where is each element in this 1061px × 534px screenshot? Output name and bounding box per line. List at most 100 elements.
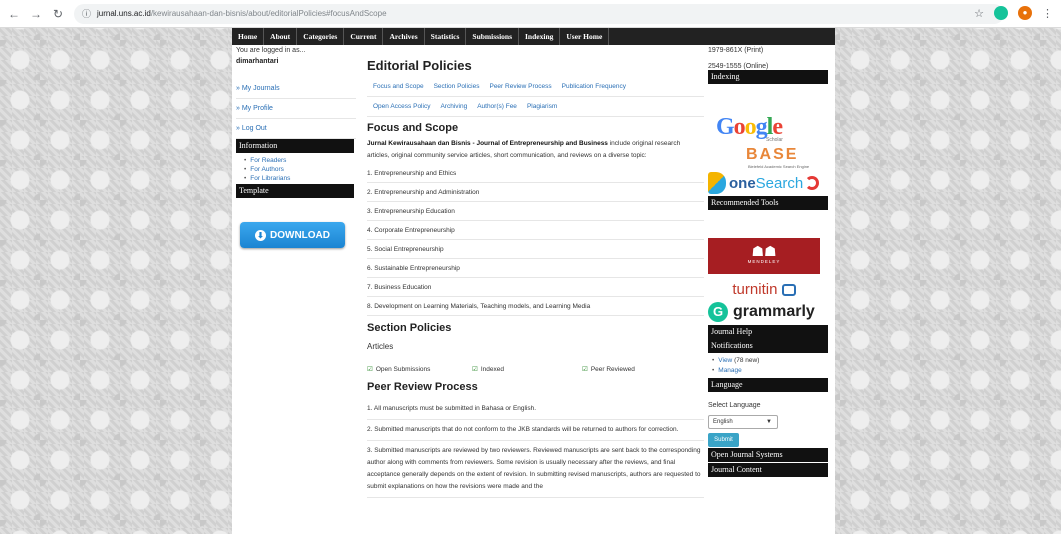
nav-archives[interactable]: Archives bbox=[383, 28, 425, 45]
indonesia-onesearch-logo[interactable]: oneSearch bbox=[708, 172, 832, 194]
list-item: 6. Sustainable Entrepreneurship bbox=[367, 259, 704, 278]
extension-icon[interactable]: ● bbox=[1018, 6, 1032, 20]
check-icon: ☑ bbox=[367, 366, 373, 373]
language-select[interactable]: English ▼ bbox=[708, 415, 778, 429]
language-submit-button[interactable]: Submit bbox=[708, 433, 739, 447]
list-item: 2. Submitted manuscripts that do not con… bbox=[367, 420, 704, 441]
list-item: 7. Business Education bbox=[367, 278, 704, 297]
for-readers-link[interactable]: For Readers bbox=[244, 156, 356, 165]
focus-scope-heading: Focus and Scope bbox=[367, 122, 459, 134]
notifications-manage-item: Manage bbox=[712, 366, 832, 376]
back-icon[interactable]: ← bbox=[6, 6, 22, 22]
my-profile-link[interactable]: » My Profile bbox=[236, 99, 356, 119]
tab-authors-fee[interactable]: Author(s) Fee bbox=[477, 103, 517, 110]
nav-home[interactable]: Home bbox=[232, 28, 265, 45]
main-content: Editorial Policies Focus and Scope Secti… bbox=[367, 45, 704, 498]
issn-online: 2549-1555 (Online) bbox=[708, 63, 769, 70]
articles-label: Articles bbox=[367, 342, 394, 351]
onesearch-icon bbox=[708, 172, 726, 194]
ojs-title: Open Journal Systems bbox=[708, 448, 828, 462]
list-item: 4. Corporate Entrepreneurship bbox=[367, 221, 704, 240]
download-button[interactable]: ⬇ DOWNLOAD bbox=[240, 222, 345, 248]
notifications-list: View (78 new) Manage bbox=[712, 356, 832, 376]
url-host: jurnal.uns.ac.id bbox=[97, 9, 151, 18]
section-policy-flags: ☑ Open Submissions ☑ Indexed ☑ Peer Reviewe… bbox=[367, 365, 704, 373]
site-info-icon[interactable]: ⓘ bbox=[82, 7, 91, 20]
tab-archiving[interactable]: Archiving bbox=[440, 103, 467, 110]
nav-about[interactable]: About bbox=[264, 28, 298, 45]
policy-peer-reviewed: ☑ Peer Reviewed bbox=[582, 366, 635, 373]
issn-print: 1979-861X (Print) bbox=[708, 47, 764, 54]
notification-count: (78 new) bbox=[734, 357, 760, 364]
list-item: 1. Entrepreneurship and Ethics bbox=[367, 164, 704, 183]
journal-content-title: Journal Content bbox=[708, 463, 828, 477]
focus-topic-list: 1. Entrepreneurship and Ethics 2. Entrep… bbox=[367, 164, 704, 316]
base-logo[interactable]: BASE Bielefeld Academic Search Engine bbox=[708, 146, 832, 169]
list-item: 3. Entrepreneurship Education bbox=[367, 202, 704, 221]
onesearch-mark-icon bbox=[805, 176, 820, 190]
journal-help-notifications-title: Journal Help Notifications bbox=[708, 325, 828, 353]
log-out-link[interactable]: » Log Out bbox=[236, 119, 356, 139]
view-notifications-link[interactable]: View bbox=[718, 357, 732, 364]
tab-focus-and-scope[interactable]: Focus and Scope bbox=[373, 83, 424, 90]
nav-submissions[interactable]: Submissions bbox=[466, 28, 520, 45]
tab-peer-review-process[interactable]: Peer Review Process bbox=[489, 83, 551, 90]
reload-icon[interactable]: ↻ bbox=[50, 6, 66, 22]
tab-open-access-policy[interactable]: Open Access Policy bbox=[373, 103, 430, 110]
left-sidebar: You are logged in as... dimarhantari » M… bbox=[236, 45, 356, 248]
nav-categories[interactable]: Categories bbox=[297, 28, 345, 45]
my-journals-link[interactable]: » My Journals bbox=[236, 79, 356, 99]
tab-section-policies[interactable]: Section Policies bbox=[434, 83, 480, 90]
journal-page: Home About Categories Current Archives S… bbox=[232, 28, 835, 534]
check-icon: ☑ bbox=[582, 366, 588, 373]
nav-user-home[interactable]: User Home bbox=[560, 28, 610, 45]
turnitin-icon bbox=[781, 284, 796, 297]
journal-name: Jurnal Kewirausahaan dan Bisnis - Journa… bbox=[367, 140, 608, 147]
mendeley-logo[interactable]: ☗☗ MENDELEY bbox=[708, 238, 820, 274]
top-navigation: Home About Categories Current Archives S… bbox=[232, 28, 835, 45]
information-title: Information bbox=[236, 139, 354, 153]
list-item: 8. Development on Learning Materials, Te… bbox=[367, 297, 704, 316]
chevron-down-icon: ▼ bbox=[766, 419, 772, 425]
google-scholar-logo[interactable]: Google Scholar bbox=[716, 114, 832, 143]
tab-plagiarism[interactable]: Plagiarism bbox=[527, 103, 557, 110]
mendeley-icon: ☗☗ bbox=[751, 243, 777, 259]
nav-current[interactable]: Current bbox=[344, 28, 384, 45]
download-label: DOWNLOAD bbox=[270, 229, 330, 241]
right-sidebar: 1979-861X (Print) 2549-1555 (Online) Ind… bbox=[708, 45, 832, 477]
indexing-title: Indexing bbox=[708, 70, 828, 84]
template-title: Template bbox=[236, 184, 354, 198]
download-icon: ⬇ bbox=[255, 229, 266, 241]
policy-indexed: ☑ Indexed bbox=[472, 366, 504, 373]
browser-menu-icon[interactable]: ⋮ bbox=[1042, 7, 1053, 20]
policy-tabs: Focus and Scope Section Policies Peer Re… bbox=[367, 77, 704, 117]
grammarly-logo[interactable]: G grammarly bbox=[708, 302, 832, 322]
page-title: Editorial Policies bbox=[367, 58, 472, 73]
language-title: Language bbox=[708, 378, 828, 392]
policy-open-submissions: ☑ Open Submissions bbox=[367, 366, 431, 373]
for-authors-link[interactable]: For Authors bbox=[244, 165, 356, 174]
peer-review-heading: Peer Review Process bbox=[367, 381, 478, 393]
nav-statistics[interactable]: Statistics bbox=[425, 28, 467, 45]
manage-notifications-link[interactable]: Manage bbox=[718, 367, 742, 374]
list-item: 5. Social Entrepreneurship bbox=[367, 240, 704, 259]
for-librarians-link[interactable]: For Librarians bbox=[244, 174, 356, 183]
forward-icon[interactable]: → bbox=[28, 6, 44, 22]
list-item: 2. Entrepreneurship and Administration bbox=[367, 183, 704, 202]
select-language-label: Select Language bbox=[708, 402, 761, 409]
focus-scope-text: Jurnal Kewirausahaan dan Bisnis - Journa… bbox=[367, 138, 704, 162]
recommended-tools-title: Recommended Tools bbox=[708, 196, 828, 210]
url-path: /kewirausahaan-dan-bisnis/about/editoria… bbox=[150, 9, 387, 18]
list-item: 3. Submitted manuscripts are reviewed by… bbox=[367, 441, 704, 498]
nav-indexing[interactable]: Indexing bbox=[519, 28, 561, 45]
tab-publication-frequency[interactable]: Publication Frequency bbox=[562, 83, 626, 90]
turnitin-logo[interactable]: turnitin bbox=[708, 281, 820, 298]
peer-review-list: 1. All manuscripts must be submitted in … bbox=[367, 399, 704, 498]
check-icon: ☑ bbox=[472, 366, 478, 373]
grammarly-extension-icon[interactable] bbox=[994, 6, 1008, 20]
notifications-view-item: View (78 new) bbox=[712, 356, 832, 366]
browser-toolbar: ← → ↻ ⓘ jurnal.uns.ac.id /kewirausahaan-… bbox=[0, 0, 1061, 28]
bookmark-star-icon[interactable]: ☆ bbox=[974, 7, 984, 20]
address-bar[interactable]: ⓘ jurnal.uns.ac.id /kewirausahaan-dan-bi… bbox=[74, 3, 1004, 24]
grammarly-icon: G bbox=[708, 302, 728, 322]
